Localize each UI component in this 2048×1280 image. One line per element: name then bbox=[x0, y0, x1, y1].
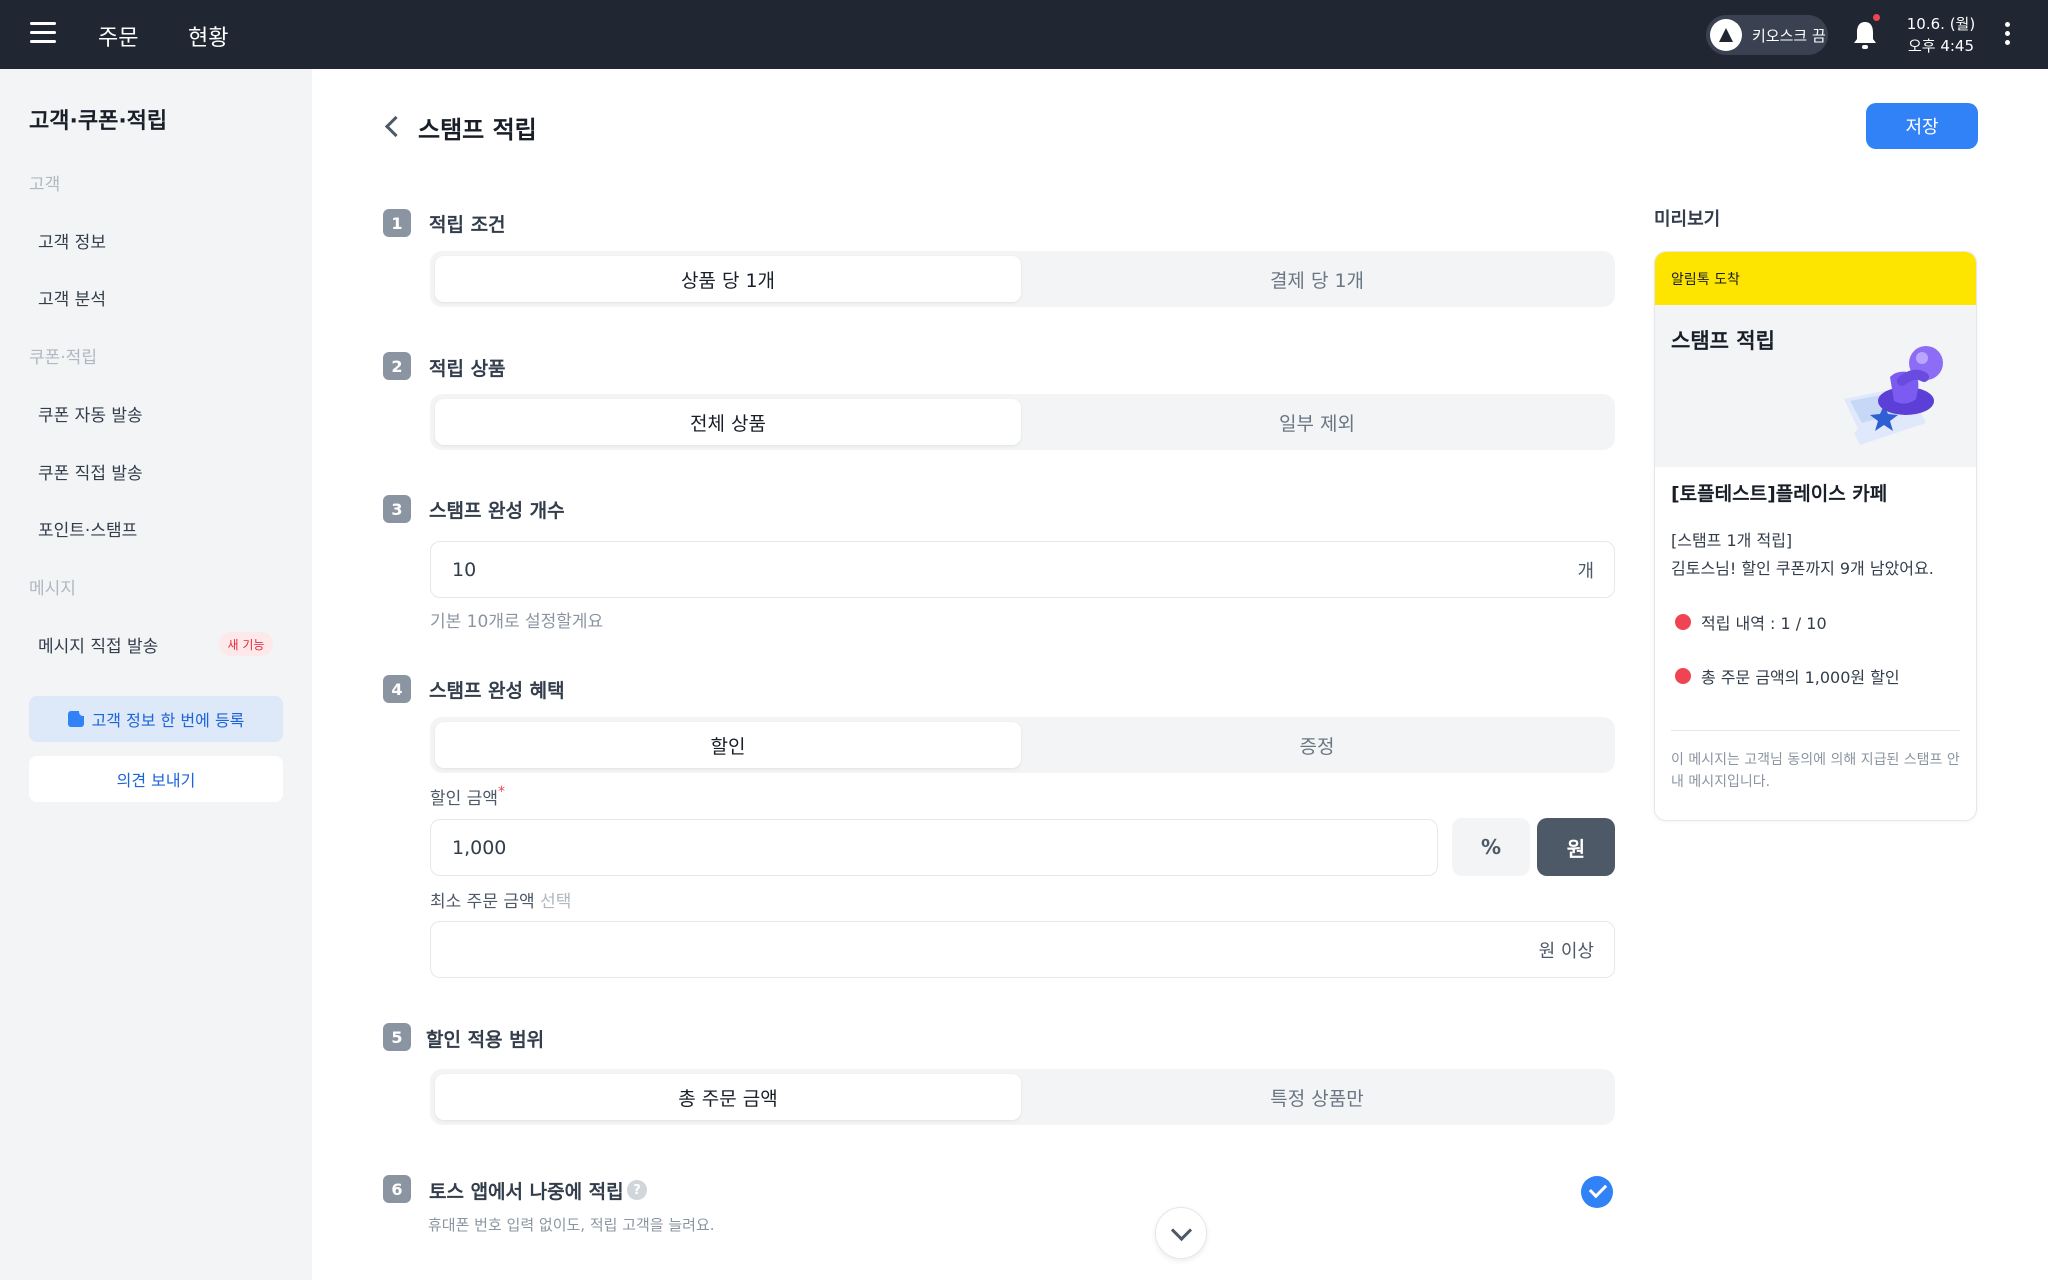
sidebar-item-customer-analysis[interactable]: 고객 분석 bbox=[38, 285, 106, 310]
time-text: 오후 4:45 bbox=[1907, 37, 1975, 55]
min-order-suffix: 원 이상 bbox=[1538, 940, 1594, 962]
accrual-product-toggle: 전체 상품 일부 제외 bbox=[430, 394, 1615, 450]
step-3-label: 스탬프 완성 개수 bbox=[429, 500, 565, 522]
new-feature-badge: 새 기능 bbox=[219, 632, 273, 656]
preview-bullet-accrual: 적립 내역 : 1 / 10 bbox=[1675, 610, 1827, 634]
stamp-count-hint: 기본 10개로 설정할게요 bbox=[430, 612, 604, 632]
date-text: 10.6. (월) bbox=[1906, 15, 1976, 33]
alimtalk-header: 알림톡 도착 bbox=[1655, 252, 1976, 305]
feedback-button[interactable]: 의견 보내기 bbox=[29, 756, 283, 802]
save-button[interactable]: 저장 bbox=[1866, 103, 1978, 149]
step-4-label: 스탬프 완성 혜택 bbox=[429, 680, 565, 702]
required-mark: * bbox=[497, 784, 505, 800]
chevron-down-icon[interactable] bbox=[1155, 1207, 1207, 1259]
unit-won-button[interactable]: 원 bbox=[1537, 818, 1615, 876]
register-icon bbox=[67, 708, 87, 727]
preview-message: [스탬프 1개 적립] 김토스님! 할인 쿠폰까지 9개 남았어요. bbox=[1671, 527, 1934, 583]
datetime: 10.6. (월) 오후 4:45 bbox=[1906, 13, 1976, 57]
step-2-number: 2 bbox=[383, 352, 411, 380]
sidebar-section-message: 메시지 bbox=[29, 579, 76, 599]
register-customer-button[interactable]: 고객 정보 한 번에 등록 bbox=[29, 696, 283, 742]
back-chevron-icon[interactable] bbox=[382, 114, 402, 138]
unit-percent-button[interactable]: % bbox=[1452, 818, 1530, 876]
sidebar: 고객·쿠폰·적립 고객 고객 정보 고객 분석 쿠폰·적립 쿠폰 자동 발송 쿠… bbox=[0, 69, 312, 1280]
step-4-number: 4 bbox=[383, 675, 411, 703]
menu-icon[interactable] bbox=[30, 22, 56, 46]
stamp-count-suffix: 개 bbox=[1577, 560, 1594, 582]
bell-icon[interactable] bbox=[1852, 14, 1880, 50]
option-exclude-some[interactable]: 일부 제외 bbox=[1024, 399, 1610, 445]
later-accrual-hint: 휴대폰 번호 입력 없이도, 적립 고객을 늘려요. bbox=[428, 1216, 715, 1234]
step-1-label: 적립 조건 bbox=[429, 214, 506, 236]
sidebar-item-point-stamp[interactable]: 포인트·스탬프 bbox=[38, 516, 137, 541]
optional-tag: 선택 bbox=[540, 892, 572, 912]
sidebar-item-coupon-auto[interactable]: 쿠폰 자동 발송 bbox=[38, 401, 143, 426]
stamp-count-input[interactable]: 10 개 bbox=[430, 541, 1615, 598]
step-6-label: 토스 앱에서 나중에 적립 bbox=[429, 1181, 624, 1203]
preview-footer: 이 메시지는 고객님 동의에 의해 지급된 스탬프 안내 메시지입니다. bbox=[1671, 752, 1960, 790]
option-specific-products[interactable]: 특정 상품만 bbox=[1024, 1074, 1610, 1120]
preview-card-title: 스탬프 적립 bbox=[1671, 329, 1775, 353]
preview-message-line2: 김토스님! 할인 쿠폰까지 9개 남았어요. bbox=[1671, 559, 1934, 578]
preview-title: 미리보기 bbox=[1654, 209, 1721, 230]
kiosk-toggle[interactable]: 키오스크 끔 bbox=[1706, 15, 1828, 55]
kiosk-icon bbox=[1710, 19, 1742, 51]
stamp-illustration bbox=[1844, 346, 1943, 445]
option-total-order[interactable]: 총 주문 금액 bbox=[435, 1074, 1021, 1120]
step-6-number: 6 bbox=[383, 1175, 411, 1203]
step-1-number: 1 bbox=[383, 209, 411, 237]
preview-message-line1: [스탬프 1개 적립] bbox=[1671, 531, 1793, 550]
step-3-number: 3 bbox=[383, 495, 411, 523]
discount-amount-input[interactable]: 1,000 bbox=[430, 819, 1438, 876]
preview-card: 알림톡 도착 스탬프 적립 [토플테스트]플레이스 카페 [스탬프 1개 적립]… bbox=[1654, 251, 1977, 821]
step-5-label: 할인 적용 범위 bbox=[426, 1029, 545, 1051]
sidebar-section-customer: 고객 bbox=[29, 175, 61, 195]
min-order-label: 최소 주문 금액 선택 bbox=[430, 892, 572, 912]
preview-divider bbox=[1671, 730, 1960, 731]
sidebar-item-customer-info[interactable]: 고객 정보 bbox=[38, 228, 106, 253]
accrual-condition-toggle: 상품 당 1개 결제 당 1개 bbox=[430, 251, 1615, 307]
help-icon[interactable]: ? bbox=[627, 1180, 647, 1200]
discount-amount-label: 할인 금액* bbox=[430, 784, 505, 809]
stamp-count-value: 10 bbox=[452, 558, 477, 581]
nav-orders[interactable]: 주문 bbox=[98, 20, 138, 52]
discount-scope-toggle: 총 주문 금액 특정 상품만 bbox=[430, 1069, 1615, 1125]
benefit-type-toggle: 할인 증정 bbox=[430, 717, 1615, 773]
preview-bullet-discount: 총 주문 금액의 1,000원 할인 bbox=[1675, 664, 1900, 688]
notification-dot bbox=[1873, 14, 1880, 21]
option-per-payment[interactable]: 결제 당 1개 bbox=[1024, 256, 1610, 302]
option-per-product[interactable]: 상품 당 1개 bbox=[435, 256, 1021, 302]
sidebar-section-coupon: 쿠폰·적립 bbox=[29, 348, 97, 368]
red-dot-icon bbox=[1675, 614, 1691, 630]
red-dot-icon bbox=[1675, 668, 1691, 684]
register-label: 고객 정보 한 번에 등록 bbox=[91, 711, 245, 730]
discount-amount-value: 1,000 bbox=[452, 836, 507, 859]
option-discount[interactable]: 할인 bbox=[435, 722, 1021, 768]
preview-shop-name: [토플테스트]플레이스 카페 bbox=[1671, 483, 1888, 505]
page-title: 스탬프 적립 bbox=[418, 116, 537, 144]
step-2-label: 적립 상품 bbox=[429, 358, 506, 380]
sidebar-item-message-direct[interactable]: 메시지 직접 발송 bbox=[38, 632, 158, 657]
kiosk-label: 키오스크 끔 bbox=[1752, 26, 1826, 45]
step-5-number: 5 bbox=[383, 1023, 411, 1051]
min-order-input[interactable]: 원 이상 bbox=[430, 921, 1615, 978]
sidebar-title: 고객·쿠폰·적립 bbox=[29, 109, 168, 134]
preview-hero: 스탬프 적립 bbox=[1655, 305, 1976, 467]
check-icon[interactable] bbox=[1581, 1176, 1613, 1208]
kebab-icon[interactable] bbox=[2003, 22, 2011, 48]
nav-status[interactable]: 현황 bbox=[188, 20, 228, 52]
option-gift[interactable]: 증정 bbox=[1024, 722, 1610, 768]
option-all-products[interactable]: 전체 상품 bbox=[435, 399, 1021, 445]
top-bar: 주문 현황 키오스크 끔 10.6. (월) 오후 4:45 bbox=[0, 0, 2048, 69]
sidebar-item-coupon-direct[interactable]: 쿠폰 직접 발송 bbox=[38, 459, 143, 484]
